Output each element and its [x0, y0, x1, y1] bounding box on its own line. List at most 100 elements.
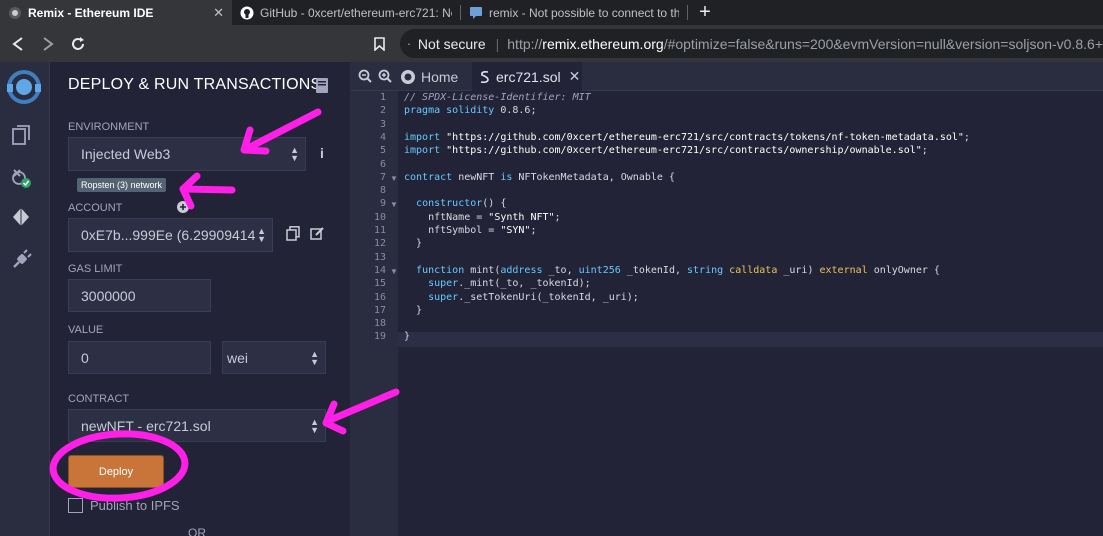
fold-toggle-icon[interactable]: ▼	[390, 267, 398, 276]
zoom-in-icon[interactable]	[378, 69, 392, 83]
line-number: 4	[379, 131, 386, 143]
account-label: ACCOUNT	[68, 202, 123, 214]
forward-button[interactable]	[33, 29, 63, 59]
code-line: }	[404, 304, 423, 316]
environment-select[interactable]: Injected Web3 ▲ ▼	[68, 137, 306, 171]
code-line: super._mint(_to, _tokenId);	[428, 278, 591, 290]
line-number: 12	[373, 238, 386, 250]
value-input[interactable]: 0	[68, 341, 211, 374]
remix-icon-panel	[0, 62, 50, 536]
browser-toolbar: Not secure | http:// remix.ethereum.org …	[0, 25, 1103, 62]
account-select[interactable]: 0xE7b...999Ee (6.29909414 ▲ ▼	[68, 218, 273, 252]
contract-value: newNFT - erc721.sol	[81, 417, 211, 434]
solidity-file-icon	[480, 70, 489, 83]
info-icon[interactable]: i	[320, 145, 330, 161]
zoom-out-icon[interactable]	[358, 69, 372, 83]
forward-arrow-icon	[43, 36, 54, 51]
code-line: // SPDX-License-Identifier: MIT	[404, 92, 591, 103]
browser-tab-github[interactable]: GitHub - 0xcert/ethereum-erc721: Nor	[232, 0, 460, 25]
fold-toggle-icon[interactable]: ▼	[390, 174, 398, 183]
line-number: 15	[373, 278, 386, 290]
code-line: import "https://github.com/0xcert/ethere…	[404, 145, 928, 157]
code-line: nftSymbol = "SYN";	[404, 225, 537, 236]
tab-home-label: Home	[421, 68, 459, 85]
line-number: 9	[379, 198, 386, 210]
deploy-button[interactable]: Deploy	[68, 455, 164, 488]
gas-limit-label: GAS LIMIT	[68, 263, 123, 275]
plugin-manager-icon[interactable]	[10, 249, 32, 271]
line-number: 18	[373, 318, 386, 330]
line-number: 6	[379, 158, 386, 170]
contract-label: CONTRACT	[68, 393, 130, 405]
code-line: nftName = "Synth NFT";	[404, 211, 561, 223]
select-arrows-icon: ▲ ▼	[310, 348, 319, 367]
code-line: pragma solidity 0.8.6;	[404, 105, 537, 117]
line-number: 16	[373, 291, 386, 303]
select-arrows-icon: ▲ ▼	[257, 226, 266, 244]
stackexchange-icon	[470, 6, 482, 19]
line-number: 11	[373, 225, 386, 236]
remix-home-icon	[401, 69, 415, 84]
url-host: remix.ethereum.org	[542, 35, 664, 52]
code-line: }	[404, 331, 411, 343]
tab-home[interactable]: Home	[398, 62, 468, 91]
security-label[interactable]: Not secure	[418, 36, 486, 52]
fold-toggle-icon[interactable]: ▼	[390, 200, 398, 209]
line-number: 5	[379, 145, 386, 157]
browser-tabbar: Remix - Ethereum IDE ✕ GitHub - 0xcert/e…	[0, 0, 1103, 25]
browser-tab-remix[interactable]: Remix - Ethereum IDE ✕	[0, 0, 232, 25]
line-number: 1	[379, 92, 386, 103]
reload-icon	[72, 36, 84, 50]
gas-limit-input[interactable]: 3000000	[68, 279, 211, 312]
back-button[interactable]	[3, 29, 33, 59]
new-tab-button[interactable]: +	[688, 0, 722, 25]
url-protocol: http://	[507, 35, 543, 52]
tab-file-label: erc721.sol	[496, 68, 561, 85]
close-tab-icon[interactable]: ✕	[569, 68, 581, 85]
value-unit-select[interactable]: wei ▲ ▼	[222, 341, 326, 374]
github-icon	[240, 6, 254, 19]
warning-icon	[408, 42, 410, 45]
account-value: 0xE7b...999Ee (6.29909414	[81, 227, 256, 243]
publish-ipfs-checkbox[interactable]	[68, 498, 83, 513]
panel-title: DEPLOY & RUN TRANSACTIONS	[68, 76, 322, 93]
contract-select[interactable]: newNFT - erc721.sol ▲ ▼	[68, 409, 326, 442]
copy-icon[interactable]	[286, 226, 300, 241]
code-line: function mint(address _to, uint256 _toke…	[416, 264, 940, 276]
editor-tabbar: Home erc721.sol ✕	[350, 62, 1103, 91]
line-number: 13	[373, 251, 386, 263]
add-account-icon[interactable]	[177, 201, 189, 213]
value-unit: wei	[227, 349, 249, 366]
value-amount: 0	[81, 349, 89, 366]
tab-title: Remix - Ethereum IDE	[28, 5, 154, 20]
bookmark-icon	[373, 37, 385, 51]
close-tab-icon[interactable]: ✕	[213, 5, 224, 21]
line-number: 3	[379, 118, 386, 130]
reload-button[interactable]	[63, 29, 93, 59]
remix-logo-icon[interactable]	[5, 68, 43, 106]
line-number: 2	[379, 105, 386, 117]
environment-label: ENVIRONMENT	[68, 121, 150, 133]
environment-value: Injected Web3	[81, 146, 171, 162]
edit-icon[interactable]	[310, 226, 324, 241]
deploy-run-icon[interactable]	[10, 206, 32, 228]
remix-favicon-icon	[9, 6, 21, 19]
current-line-highlight	[398, 332, 1103, 347]
back-arrow-icon	[12, 36, 23, 51]
solidity-compiler-icon[interactable]	[10, 166, 32, 188]
bookmark-button[interactable]	[364, 29, 394, 59]
documentation-icon[interactable]	[316, 78, 328, 93]
code-line: super._setTokenUri(_tokenId, _uri);	[428, 291, 639, 303]
address-bar[interactable]: Not secure | http:// remix.ethereum.org …	[400, 29, 1103, 58]
value-label: VALUE	[68, 324, 104, 336]
line-number: 17	[373, 304, 386, 316]
tab-title: remix - Not possible to connect to the	[489, 5, 679, 20]
line-number: 10	[373, 211, 386, 223]
code-line: constructor() {	[416, 198, 507, 210]
browser-tab-stackexchange[interactable]: remix - Not possible to connect to the	[461, 0, 687, 25]
code-editor[interactable]: 1 // SPDX-License-Identifier: MIT 2 pragma …	[350, 91, 1103, 536]
file-explorer-icon[interactable]	[10, 124, 32, 146]
tab-erc721-sol[interactable]: erc721.sol ✕	[472, 62, 582, 91]
code-line: contract newNFT is NFTokenMetadata, Owna…	[404, 171, 675, 183]
code-line: }	[404, 238, 423, 250]
